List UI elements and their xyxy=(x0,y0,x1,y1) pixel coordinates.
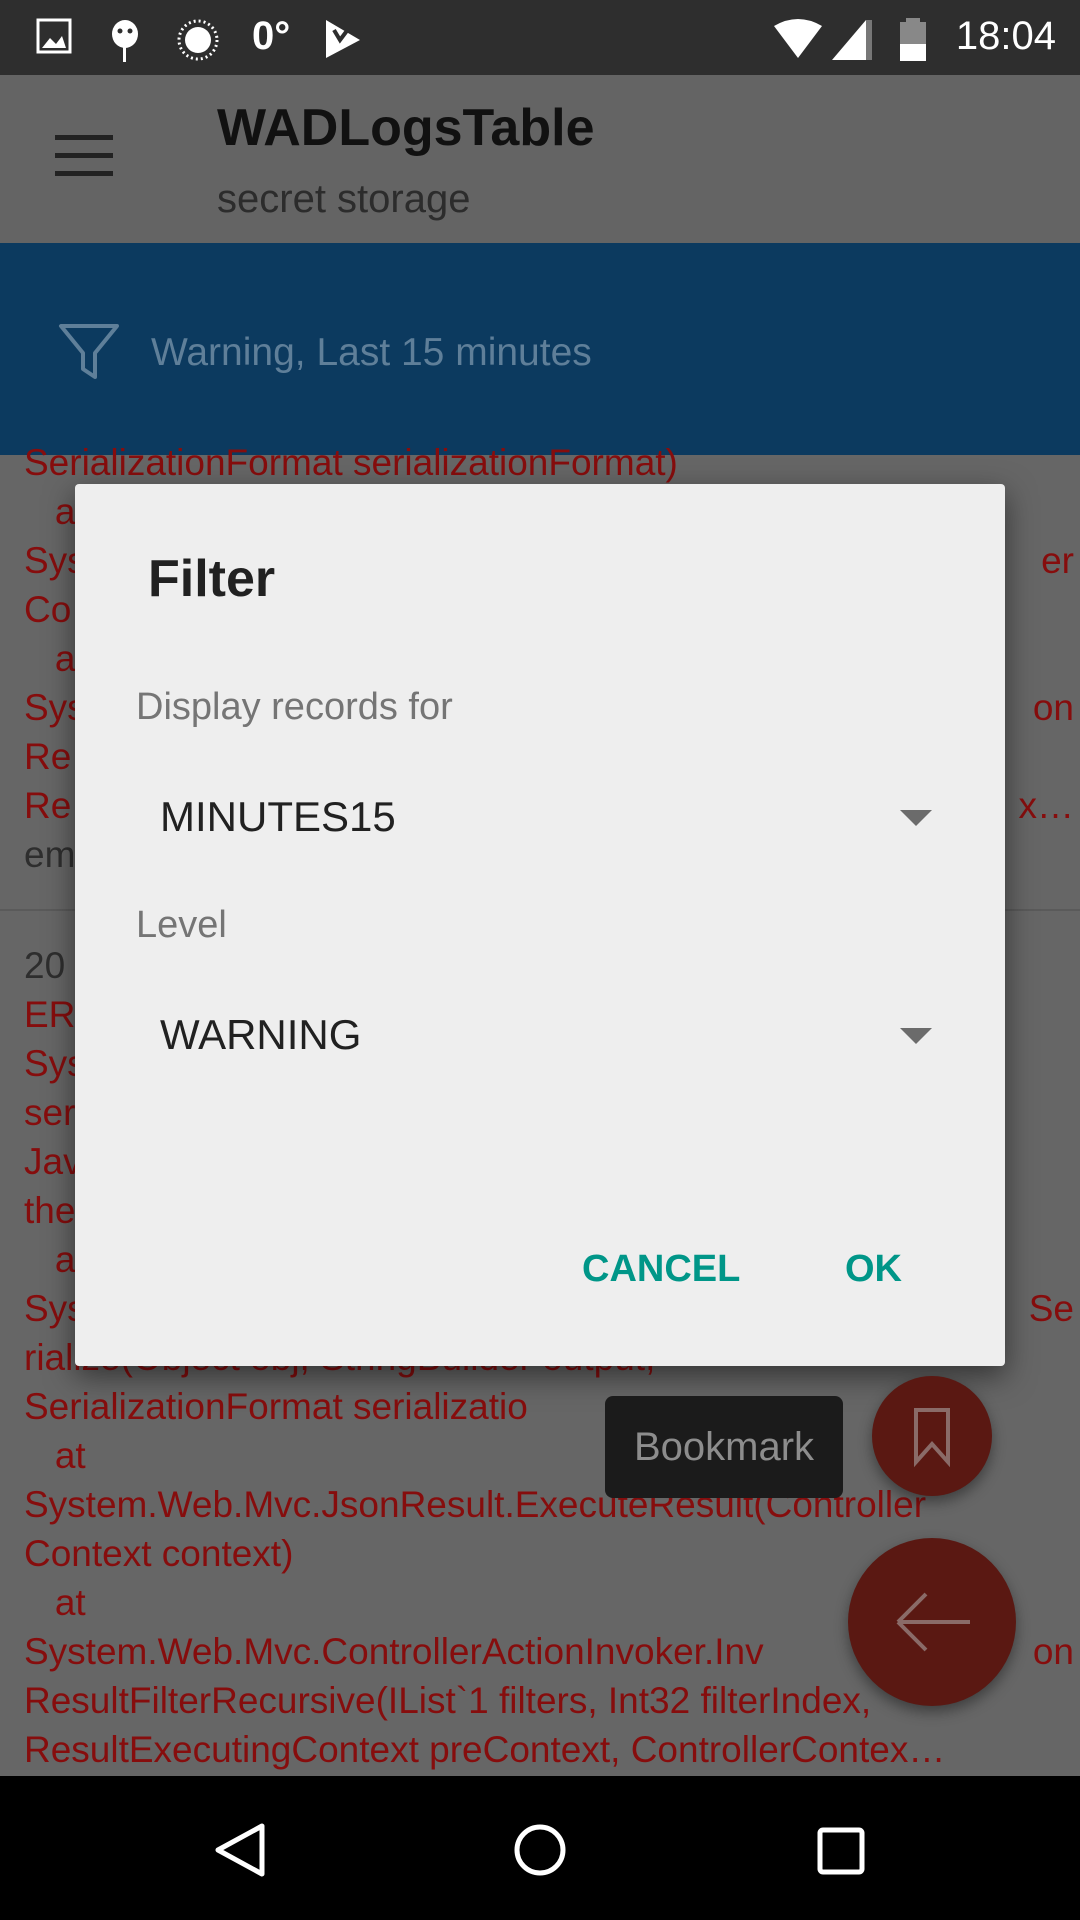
log-line-text: at xyxy=(24,1435,86,1476)
log-line-text-end: er xyxy=(1041,540,1074,581)
image-icon xyxy=(36,18,72,54)
arrow-left-icon xyxy=(896,1592,970,1652)
log-line-text: Re xyxy=(24,785,72,826)
bookmark-button[interactable] xyxy=(872,1376,992,1496)
android-debug-icon xyxy=(112,20,138,62)
log-line-text: 20 xyxy=(24,945,66,986)
navigation-bar xyxy=(0,1776,1080,1920)
chevron-down-icon[interactable] xyxy=(900,810,932,826)
log-line-text: ResultFilterRecursive(IList`1 filters, I… xyxy=(24,1680,872,1721)
back-icon[interactable] xyxy=(212,1822,268,1878)
filter-icon xyxy=(59,324,119,379)
log-line: SerializationFormat serializationFormat) xyxy=(24,438,1074,487)
brightness-icon xyxy=(177,19,219,61)
filter-bar[interactable]: Warning, Last 15 minutes xyxy=(0,243,1080,455)
clock: 18:04 xyxy=(955,14,1056,58)
status-bar: 0° 18:04 xyxy=(0,0,1080,75)
recents-icon[interactable] xyxy=(816,1826,866,1876)
log-line-text: Context context) xyxy=(24,1533,294,1574)
app-toolbar: WADLogsTable secret storage xyxy=(0,75,1080,243)
level-value[interactable]: WARNING xyxy=(160,1011,361,1059)
log-line-text-end: on xyxy=(1032,1631,1074,1672)
log-line-text-end: on xyxy=(1032,687,1074,728)
page-title: WADLogsTable xyxy=(217,99,595,157)
log-line-text-end: x… xyxy=(1018,785,1075,826)
signal-icon xyxy=(832,20,872,60)
filter-summary: Warning, Last 15 minutes xyxy=(151,331,592,374)
temperature-text: 0° xyxy=(252,14,291,58)
log-line-text: a xyxy=(24,1239,76,1280)
log-line-text: ER xyxy=(24,994,76,1035)
chevron-down-icon[interactable] xyxy=(900,1028,932,1044)
back-fab-button[interactable] xyxy=(848,1538,1016,1706)
log-line-text: ResultExecutingContext preContext, Contr… xyxy=(24,1729,946,1770)
bookmark-tooltip: Bookmark xyxy=(605,1396,843,1498)
cancel-button[interactable]: CANCEL xyxy=(582,1248,740,1291)
log-line-text: Jav xyxy=(24,1141,82,1182)
log-line-text: SerializationFormat serializationFormat) xyxy=(24,442,678,483)
log-line-text: System.Web.Mvc.ControllerActionInvoker.I… xyxy=(24,1631,764,1672)
log-line-text: ser xyxy=(24,1092,76,1133)
page-subtitle: secret storage xyxy=(217,177,471,221)
check-app-icon xyxy=(326,20,360,58)
battery-icon xyxy=(900,18,926,61)
display-records-label: Display records for xyxy=(136,686,453,728)
home-icon[interactable] xyxy=(512,1822,568,1878)
log-line-text: a xyxy=(24,638,76,679)
log-line-text: at xyxy=(24,1582,86,1623)
log-line-text: the xyxy=(24,1190,76,1231)
log-line-text: Re xyxy=(24,736,72,777)
ok-button[interactable]: OK xyxy=(845,1248,902,1291)
wifi-icon xyxy=(774,19,822,58)
log-line-text: a xyxy=(24,491,76,532)
log-line-text: SerializationFormat serializatio xyxy=(24,1386,528,1427)
dialog-title: Filter xyxy=(148,550,276,608)
filter-dialog: Filter Display records for MINUTES15 Lev… xyxy=(75,484,1005,1366)
log-line-text: Co xyxy=(24,589,72,630)
log-line-text-end: Se xyxy=(1028,1288,1074,1329)
display-records-value[interactable]: MINUTES15 xyxy=(160,793,396,841)
log-line: ResultExecutingContext preContext, Contr… xyxy=(24,1725,1074,1774)
bookmark-icon xyxy=(914,1408,950,1468)
level-label: Level xyxy=(136,904,227,946)
log-line-text: em xyxy=(24,834,76,875)
hamburger-menu-icon[interactable] xyxy=(55,135,113,177)
